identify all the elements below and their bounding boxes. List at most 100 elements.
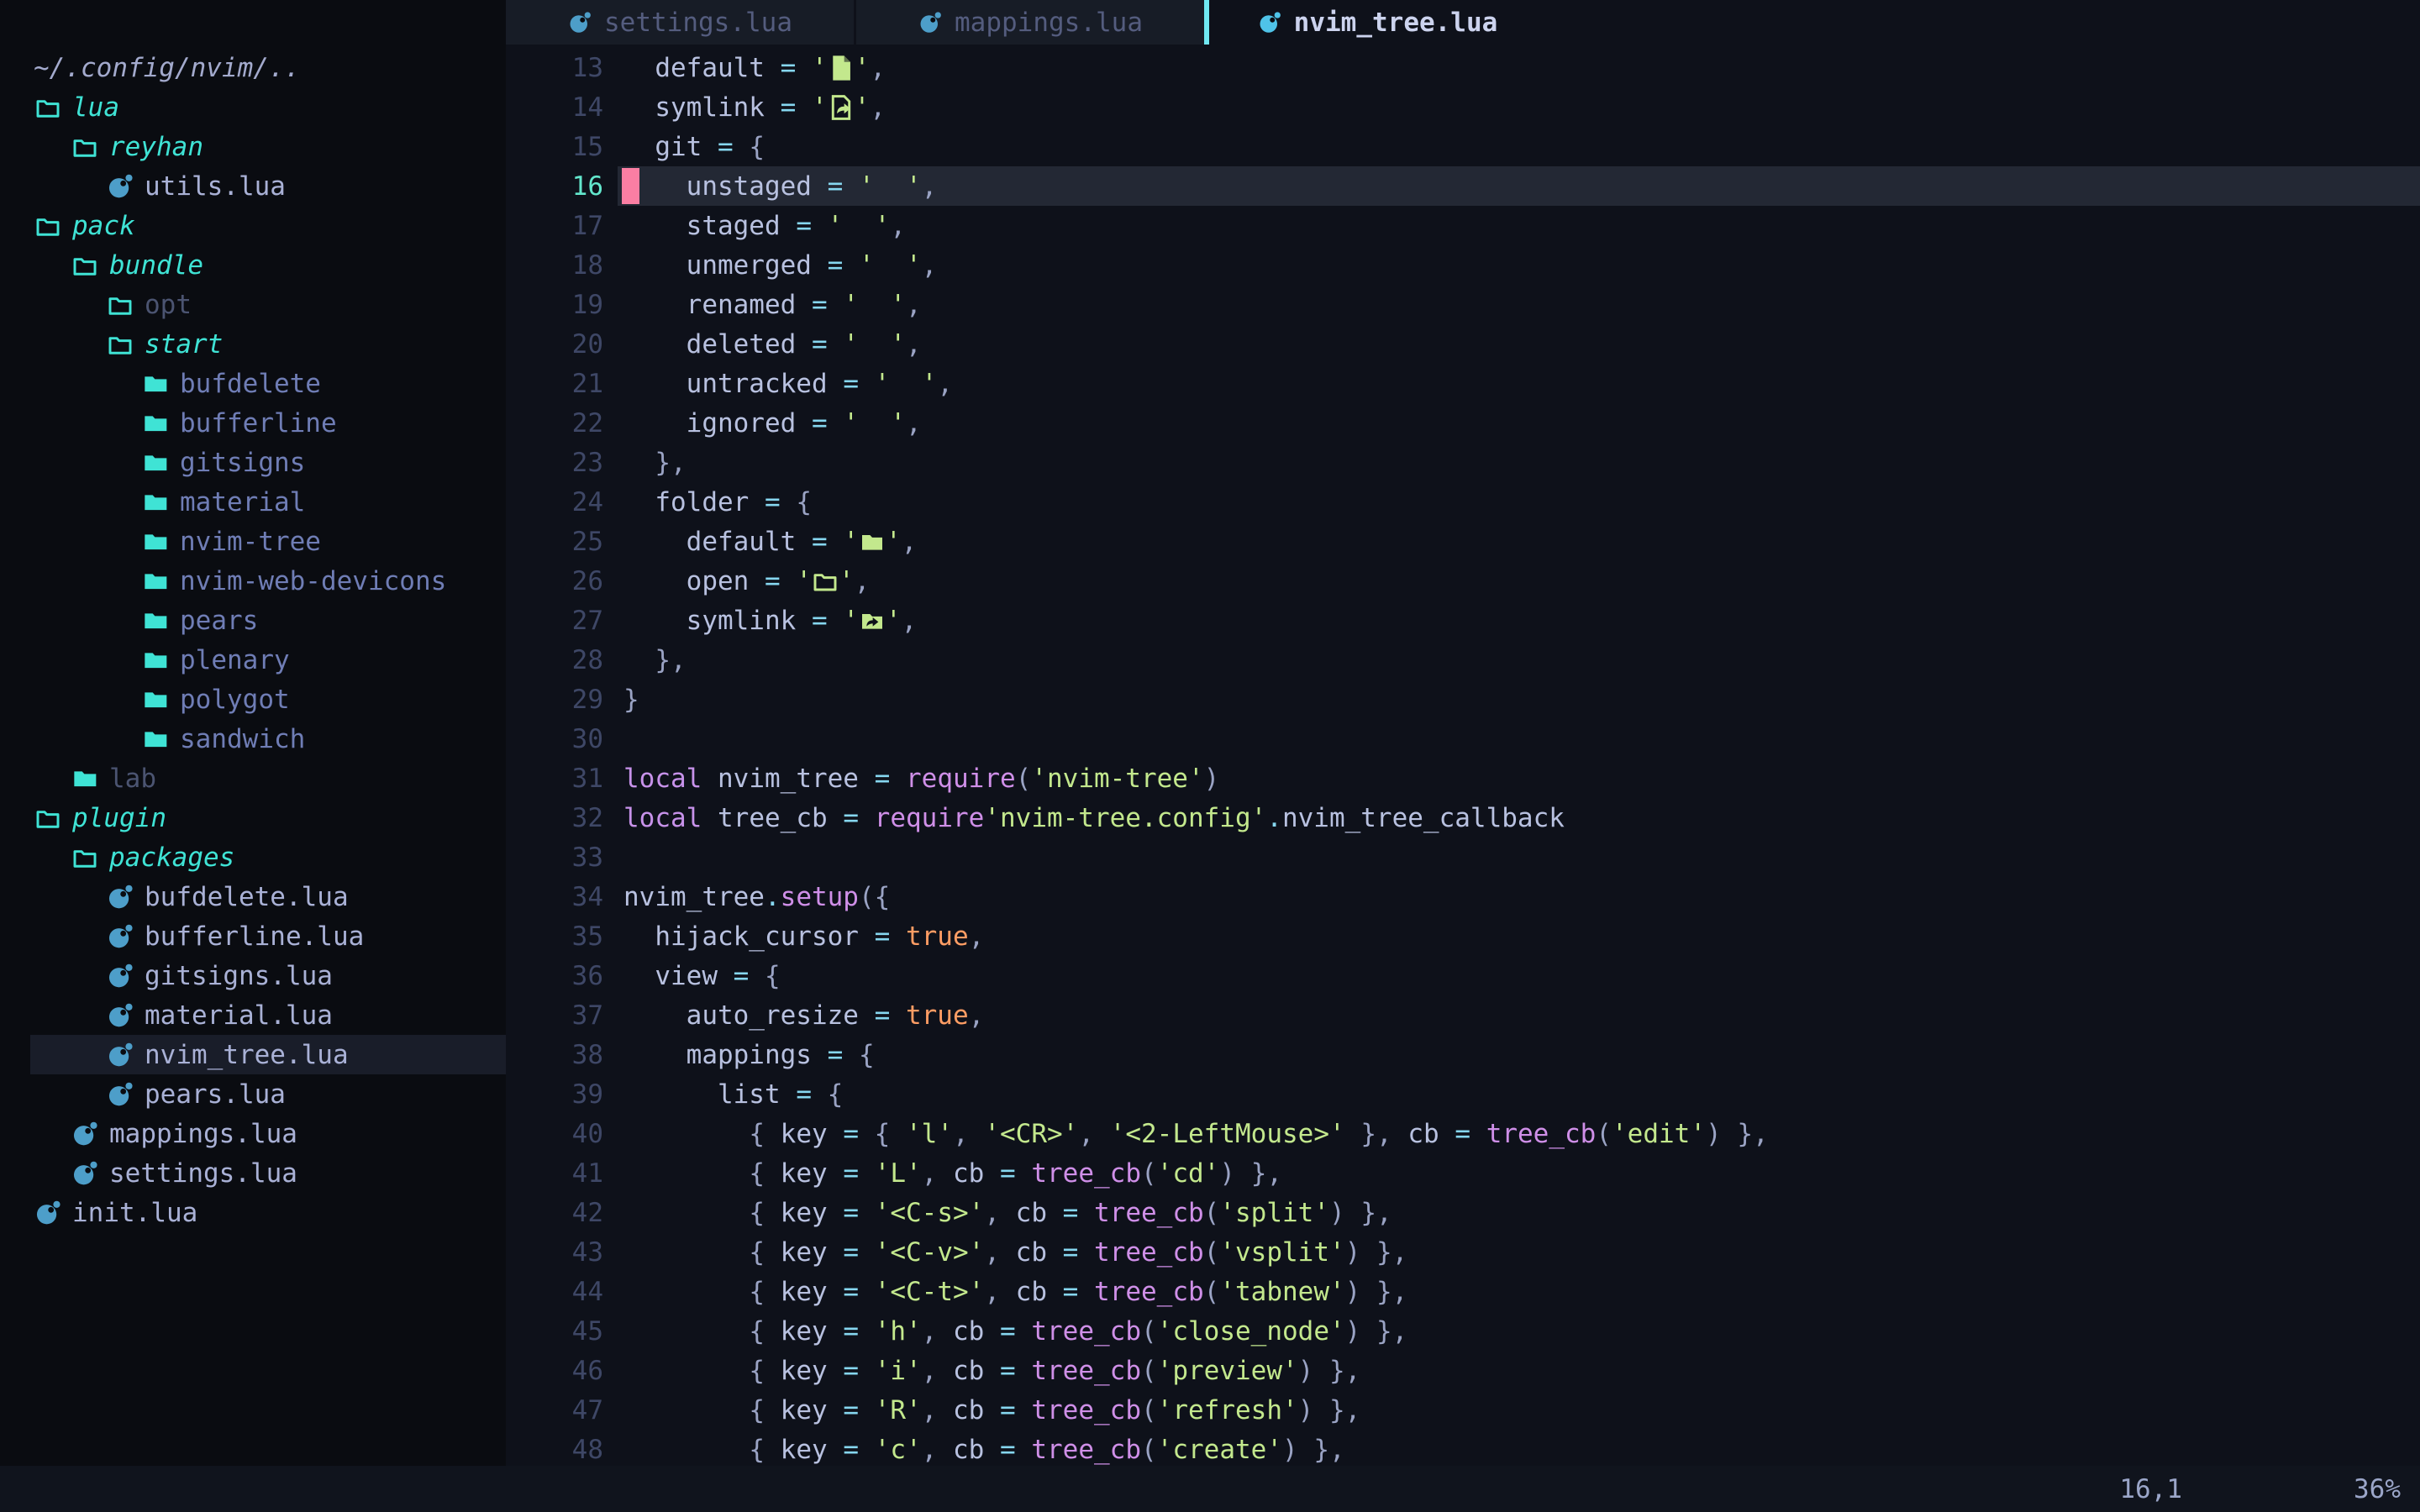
tree-item-plugin[interactable]: plugin	[0, 798, 506, 837]
code-line-30[interactable]: 30	[506, 719, 2420, 759]
tree-item-lua[interactable]: lua	[0, 87, 506, 127]
tree-item-lab[interactable]: lab	[0, 759, 506, 798]
tree-item-bufferline[interactable]: bufferline	[0, 403, 506, 443]
code-line-31[interactable]: 31local nvim_tree = require('nvim-tree')	[506, 759, 2420, 798]
tree-item-label: gitsigns	[180, 448, 305, 478]
line-number: 33	[506, 843, 603, 873]
code-line-14[interactable]: 14 symlink = '',	[506, 87, 2420, 127]
line-number: 19	[506, 290, 603, 320]
line-content: view = {	[623, 961, 781, 991]
code-line-47[interactable]: 47 { key = 'R', cb = tree_cb('refresh') …	[506, 1390, 2420, 1430]
code-line-27[interactable]: 27 symlink = '',	[506, 601, 2420, 640]
code-line-22[interactable]: 22 ignored = ' ',	[506, 403, 2420, 443]
tree-item-label: settings.lua	[109, 1158, 297, 1189]
code-line-39[interactable]: 39 list = {	[506, 1074, 2420, 1114]
code-line-48[interactable]: 48 { key = 'c', cb = tree_cb('create') }…	[506, 1430, 2420, 1466]
line-number: 36	[506, 961, 603, 991]
tab-settings-lua[interactable]: settings.lua	[506, 0, 854, 45]
lua-file-icon	[106, 172, 134, 201]
code-line-18[interactable]: 18 unmerged = ' ',	[506, 245, 2420, 285]
line-number: 23	[506, 448, 603, 478]
code-line-38[interactable]: 38 mappings = {	[506, 1035, 2420, 1074]
code-line-24[interactable]: 24 folder = {	[506, 482, 2420, 522]
tree-item-nvim-web-devicons[interactable]: nvim-web-devicons	[0, 561, 506, 601]
line-content: },	[623, 645, 687, 675]
editor-buffer[interactable]: 13 default = '',14 symlink = '',15 git =…	[506, 45, 2420, 1466]
code-line-20[interactable]: 20 deleted = ' ',	[506, 324, 2420, 364]
line-number: 47	[506, 1395, 603, 1425]
code-line-32[interactable]: 32local tree_cb = require'nvim-tree.conf…	[506, 798, 2420, 837]
tree-item-pears-lua[interactable]: pears.lua	[0, 1074, 506, 1114]
code-line-44[interactable]: 44 { key = '<C-t>', cb = tree_cb('tabnew…	[506, 1272, 2420, 1311]
tree-item-sandwich[interactable]: sandwich	[0, 719, 506, 759]
tree-item-material[interactable]: material	[0, 482, 506, 522]
code-line-35[interactable]: 35 hijack_cursor = true,	[506, 916, 2420, 956]
line-number: 17	[506, 211, 603, 241]
tab-nvim_tree-lua[interactable]: nvim_tree.lua	[1209, 0, 1545, 45]
tree-item-reyhan[interactable]: reyhan	[0, 127, 506, 166]
code-line-16[interactable]: 16 unstaged = ' ',	[506, 166, 2420, 206]
tree-item-init-lua[interactable]: init.lua	[0, 1193, 506, 1232]
code-line-45[interactable]: 45 { key = 'h', cb = tree_cb('close_node…	[506, 1311, 2420, 1351]
line-content: symlink = '',	[623, 606, 917, 636]
code-line-19[interactable]: 19 renamed = ' ',	[506, 285, 2420, 324]
tree-item-pack[interactable]: pack	[0, 206, 506, 245]
tab-mappings-lua[interactable]: mappings.lua	[856, 0, 1204, 45]
tree-item-bundle[interactable]: bundle	[0, 245, 506, 285]
tree-item-gitsigns[interactable]: gitsigns	[0, 443, 506, 482]
code-line-21[interactable]: 21 untracked = ' ',	[506, 364, 2420, 403]
tree-item-label: gitsigns.lua	[145, 961, 333, 991]
line-number: 31	[506, 764, 603, 794]
line-content: { key = '<C-t>', cb = tree_cb('tabnew') …	[623, 1277, 1407, 1307]
code-line-29[interactable]: 29}	[506, 680, 2420, 719]
folder-filled-icon	[859, 528, 886, 556]
code-line-46[interactable]: 46 { key = 'i', cb = tree_cb('preview') …	[506, 1351, 2420, 1390]
code-line-34[interactable]: 34nvim_tree.setup({	[506, 877, 2420, 916]
scroll-percent: 36%	[2354, 1474, 2401, 1504]
code-line-40[interactable]: 40 { key = { 'l', '<CR>', '<2-LeftMouse>…	[506, 1114, 2420, 1153]
code-line-33[interactable]: 33	[506, 837, 2420, 877]
code-line-17[interactable]: 17 staged = ' ',	[506, 206, 2420, 245]
code-line-43[interactable]: 43 { key = '<C-v>', cb = tree_cb('vsplit…	[506, 1232, 2420, 1272]
folder-closed-icon	[141, 646, 170, 675]
tree-item-material-lua[interactable]: material.lua	[0, 995, 506, 1035]
tree-item-nvim-tree[interactable]: nvim-tree	[0, 522, 506, 561]
tree-item-bufferline-lua[interactable]: bufferline.lua	[0, 916, 506, 956]
tree-item-label: bufdelete.lua	[145, 882, 349, 912]
tree-root-path[interactable]: ~/.config/nvim/..	[0, 48, 506, 87]
line-number: 26	[506, 566, 603, 596]
code-line-42[interactable]: 42 { key = '<C-s>', cb = tree_cb('split'…	[506, 1193, 2420, 1232]
line-content: untracked = ' ',	[623, 369, 953, 399]
tree-item-settings-lua[interactable]: settings.lua	[0, 1153, 506, 1193]
code-line-26[interactable]: 26 open = '',	[506, 561, 2420, 601]
file-icon	[828, 54, 855, 82]
tree-item-opt[interactable]: opt	[0, 285, 506, 324]
tree-item-utils-lua[interactable]: utils.lua	[0, 166, 506, 206]
code-line-36[interactable]: 36 view = {	[506, 956, 2420, 995]
code-line-37[interactable]: 37 auto_resize = true,	[506, 995, 2420, 1035]
tree-item-bufdelete[interactable]: bufdelete	[0, 364, 506, 403]
tree-item-pears[interactable]: pears	[0, 601, 506, 640]
tree-item-nvim_tree-lua[interactable]: nvim_tree.lua	[0, 1035, 506, 1074]
code-line-28[interactable]: 28 },	[506, 640, 2420, 680]
tree-item-gitsigns-lua[interactable]: gitsigns.lua	[0, 956, 506, 995]
tree-item-bufdelete-lua[interactable]: bufdelete.lua	[0, 877, 506, 916]
tree-item-plenary[interactable]: plenary	[0, 640, 506, 680]
line-number: 43	[506, 1237, 603, 1268]
lua-file-icon	[106, 1041, 134, 1069]
line-number: 35	[506, 921, 603, 952]
tree-item-start[interactable]: start	[0, 324, 506, 364]
code-line-23[interactable]: 23 },	[506, 443, 2420, 482]
line-number: 39	[506, 1079, 603, 1110]
line-content: open = '',	[623, 566, 870, 596]
tree-item-mappings-lua[interactable]: mappings.lua	[0, 1114, 506, 1153]
code-line-41[interactable]: 41 { key = 'L', cb = tree_cb('cd') },	[506, 1153, 2420, 1193]
code-line-15[interactable]: 15 git = {	[506, 127, 2420, 166]
folder-symlink-icon	[859, 606, 886, 635]
tree-item-polygot[interactable]: polygot	[0, 680, 506, 719]
code-line-13[interactable]: 13 default = '',	[506, 48, 2420, 87]
tree-item-label: packages	[109, 843, 234, 873]
code-line-25[interactable]: 25 default = '',	[506, 522, 2420, 561]
folder-open-icon	[71, 251, 99, 280]
tree-item-packages[interactable]: packages	[0, 837, 506, 877]
